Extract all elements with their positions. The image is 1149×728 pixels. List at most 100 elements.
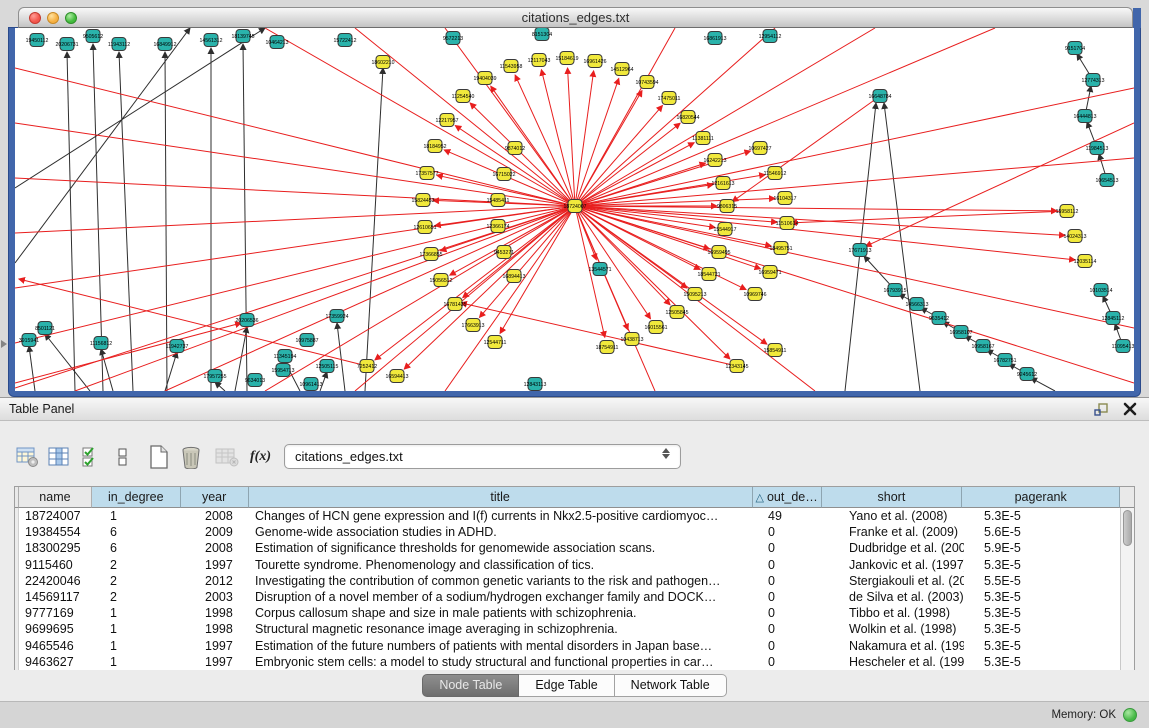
network-node[interactable]: 11543958 [500,60,523,73]
table-cell[interactable]: Tourette syndrome. Phenomenology and cla… [249,557,754,573]
table-row[interactable]: 946362711997Embryonic stem cells: a mode… [15,654,1134,670]
network-node[interactable]: 17366855 [419,248,442,261]
network-node[interactable]: 13544571 [588,263,611,276]
table-row[interactable]: 1938455462009Genome-wide association stu… [15,524,1134,540]
close-panel-icon[interactable] [1123,402,1137,421]
network-node[interactable]: 16015561 [644,321,667,334]
table-cell[interactable]: 2009 [181,524,249,540]
column-header-pagerank[interactable]: pagerank [962,487,1120,508]
table-cell[interactable]: Embryonic stem cells: a model to study s… [249,654,754,670]
network-node[interactable]: 12954112 [759,30,782,43]
table-cell[interactable]: 1997 [181,557,249,573]
delete-trash-icon[interactable] [178,444,204,470]
network-node[interactable]: 12610651 [413,221,436,234]
table-row[interactable]: 969969511998Structural magnetic resonanc… [15,621,1134,637]
table-cell[interactable]: 9699695 [19,621,92,637]
table-cell[interactable]: Changes of HCN gene expression and I(f) … [249,508,754,524]
network-node[interactable]: 17357577 [415,167,438,180]
table-cell[interactable]: 5.3E-5 [964,638,1122,654]
table-row[interactable]: 946554611997Estimation of the future num… [15,638,1134,654]
network-node[interactable]: 12845112 [1102,312,1125,325]
table-cell[interactable]: 1998 [181,605,249,621]
network-node[interactable]: 11095413 [1112,340,1134,353]
network-node[interactable]: 12505845 [665,306,688,319]
network-node[interactable]: 16959471 [758,266,781,279]
table-cell[interactable]: 2008 [181,540,249,556]
table-cell[interactable]: 0 [754,621,823,637]
table-cell[interactable]: 1997 [181,654,249,670]
network-node[interactable]: 8151304 [532,28,552,41]
network-node[interactable]: 15824453 [411,194,434,207]
table-cell[interactable]: 5.3E-5 [964,589,1122,605]
network-node[interactable]: 9874012 [505,142,525,155]
table-cell[interactable]: Corpus callosum shape and size in male p… [249,605,754,621]
network-node[interactable]: 10969746 [743,288,766,301]
network-node[interactable]: 16793915 [883,284,906,297]
network-node[interactable]: 9505612 [83,30,103,43]
network-node[interactable]: 9634013 [245,374,265,387]
table-cell[interactable]: Disruption of a novel member of a sodium… [249,589,754,605]
network-node[interactable]: 19450112 [26,34,49,47]
network-node[interactable]: 9151704 [1065,42,1085,55]
table-cell[interactable]: 18300295 [19,540,92,556]
table-cell[interactable]: 19384554 [19,524,92,540]
table-cell[interactable]: 1 [92,621,181,637]
network-node[interactable]: 10743594 [635,76,658,89]
network-node[interactable]: 9635412 [929,312,949,325]
table-cell[interactable]: 49 [754,508,823,524]
table-cell[interactable]: 9115460 [19,557,92,573]
network-node[interactable]: 18139745 [231,30,254,43]
network-node[interactable]: 10975887 [295,334,318,347]
network-node[interactable]: 10103514 [1089,284,1112,297]
table-cell[interactable]: 0 [754,589,823,605]
new-document-icon[interactable] [146,444,172,470]
select-columns-icon[interactable] [46,444,72,470]
panel-collapse-arrow-icon[interactable] [1,340,7,348]
network-node[interactable]: 16959495 [707,246,730,259]
network-node[interactable]: 3915941 [19,334,39,347]
network-node[interactable]: 12366174 [486,220,509,233]
table-cell[interactable]: de Silva et al. (2003) [823,589,964,605]
table-cell[interactable]: 5.3E-5 [964,508,1122,524]
network-node[interactable]: 15184619 [555,52,578,65]
column-header-in_degree[interactable]: in_degree [92,487,181,508]
network-node[interactable]: 17957255 [203,370,226,383]
table-cell[interactable]: 1998 [181,621,249,637]
vertical-scrollbar[interactable] [1120,508,1134,670]
table-cell[interactable]: 1 [92,605,181,621]
table-cell[interactable]: 1 [92,654,181,670]
table-cell[interactable]: Stergiakouli et al. (2012) [823,573,964,589]
table-cell[interactable]: 2003 [181,589,249,605]
table-cell[interactable]: 9465546 [19,638,92,654]
column-header-year[interactable]: year [181,487,249,508]
table-cell[interactable]: Estimation of the future numbers of pati… [249,638,754,654]
network-node[interactable]: 14561312 [199,34,222,47]
table-cell[interactable]: Nakamura et al. (1997) [823,638,964,654]
table-cell[interactable]: 5.3E-5 [964,605,1122,621]
network-node[interactable]: 18184952 [423,140,446,153]
table-row[interactable]: 977716911998Corpus callosum shape and si… [15,605,1134,621]
network-node[interactable]: 16104317 [773,192,796,205]
table-cell[interactable]: Estimation of significance thresholds fo… [249,540,754,556]
zoom-window-button[interactable] [65,12,77,24]
table-cell[interactable]: 0 [754,573,823,589]
network-node[interactable]: 11381111 [692,132,714,145]
table-cell[interactable]: 6 [92,524,181,540]
column-header-out_de[interactable]: △out_de… [753,487,822,508]
close-window-button[interactable] [29,12,41,24]
table-cell[interactable]: 14569117 [19,589,92,605]
tab-node-table[interactable]: Node Table [422,674,519,697]
table-cell[interactable]: Genome-wide association studies in ADHD. [249,524,754,540]
network-node[interactable]: 10961413 [299,378,322,391]
table-cell[interactable]: 6 [92,540,181,556]
table-cell[interactable]: 1 [92,508,181,524]
network-node[interactable]: 17359924 [325,310,348,323]
minimize-window-button[interactable] [47,12,59,24]
table-cell[interactable]: 2 [92,589,181,605]
network-node[interactable]: 17663913 [461,319,484,332]
network-node[interactable]: 15722412 [333,34,356,47]
table-cell[interactable]: Investigating the contribution of common… [249,573,754,589]
table-selector-dropdown[interactable]: citations_edges.txt [284,444,681,469]
network-node[interactable]: 16849912 [153,38,176,51]
network-node[interactable]: 16961426 [583,55,606,68]
